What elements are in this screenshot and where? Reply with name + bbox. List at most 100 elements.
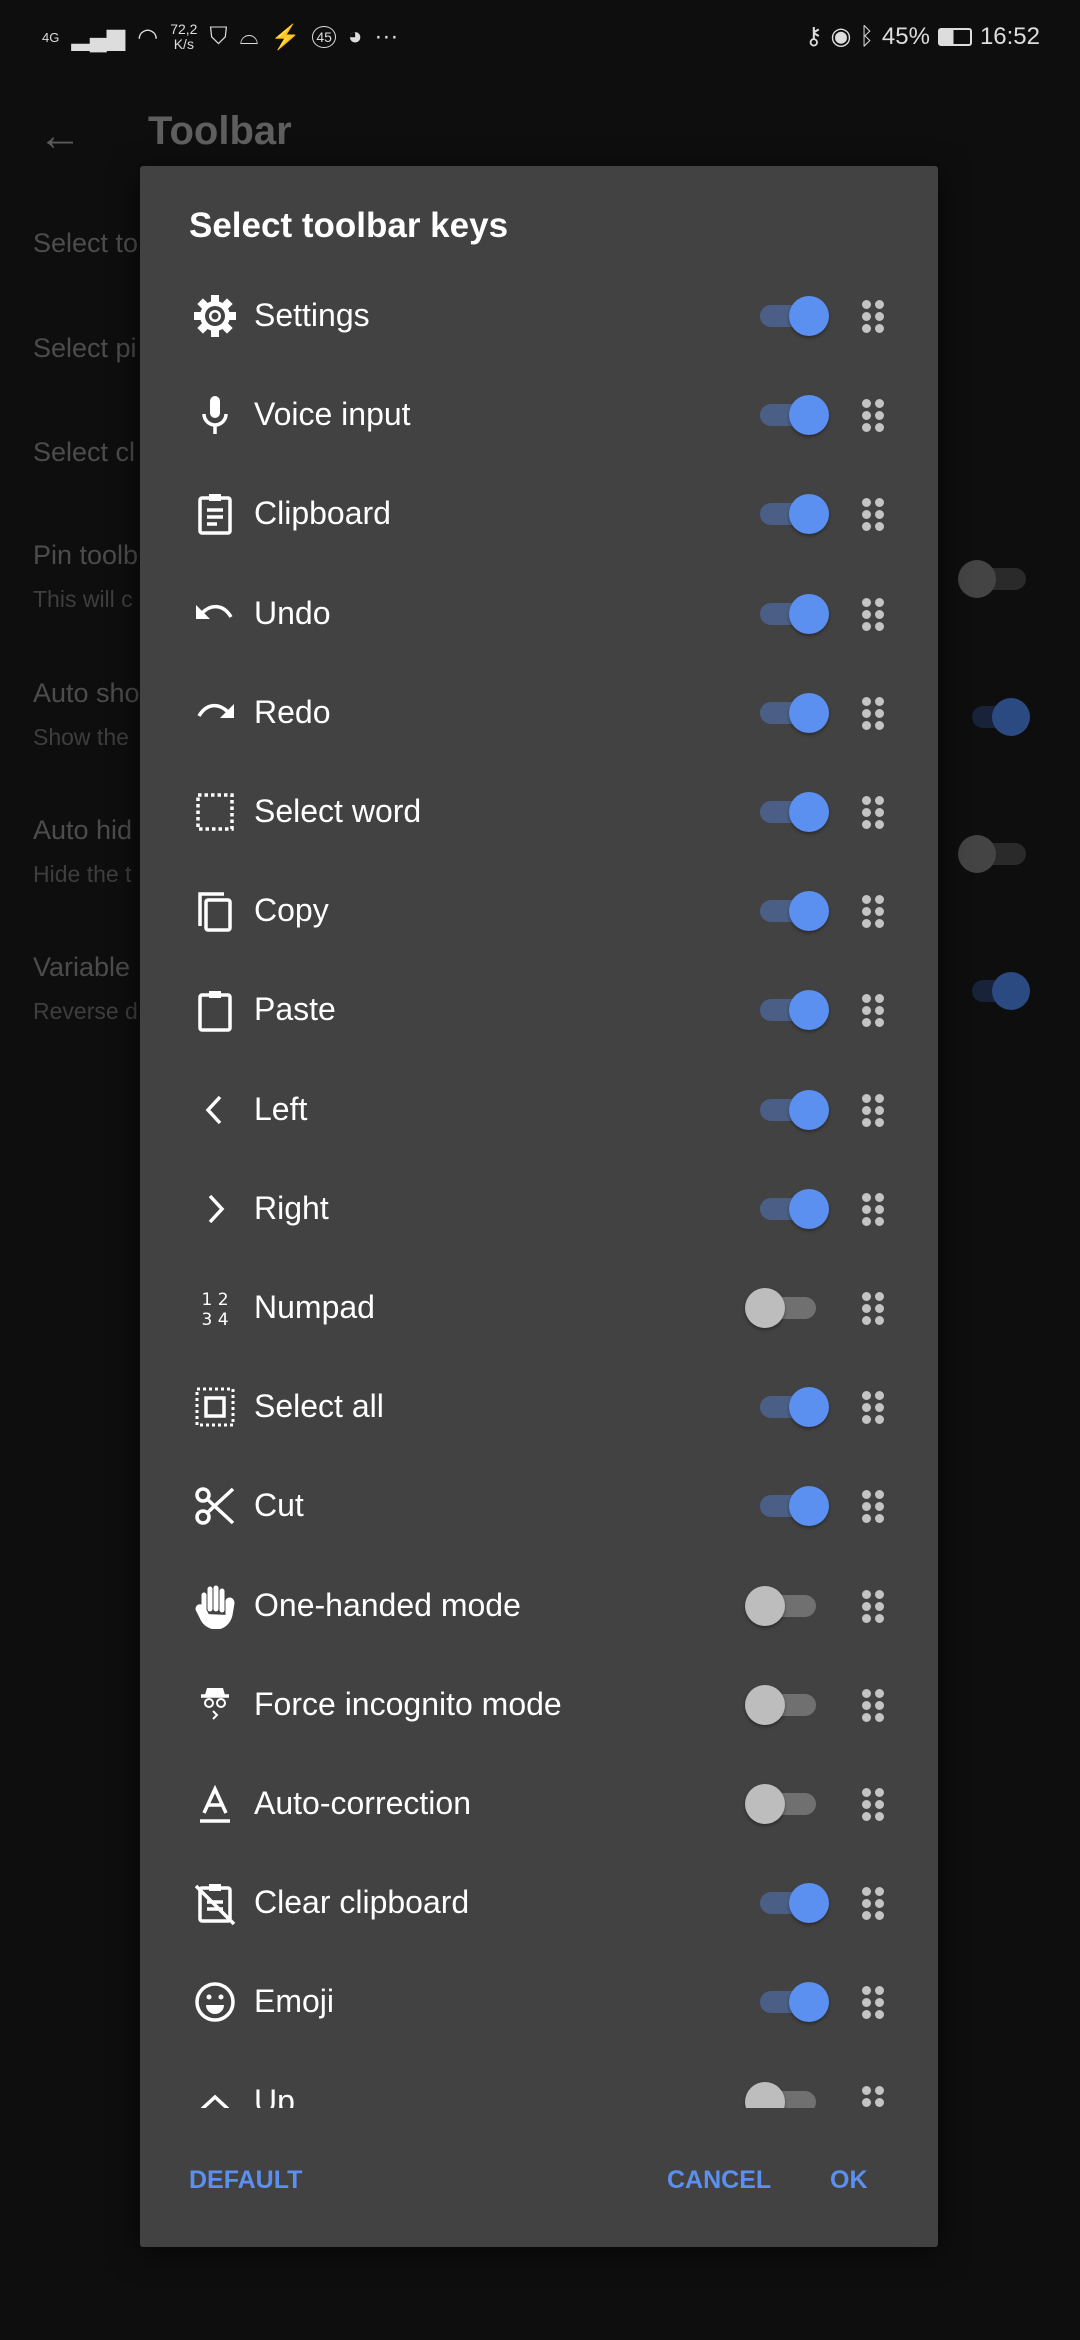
key-toggle[interactable]	[745, 1784, 835, 1824]
drag-handle-icon[interactable]	[862, 1986, 884, 2020]
drag-handle-icon[interactable]	[862, 399, 884, 433]
toggle-thumb	[745, 1684, 785, 1725]
toolbar-key-row-one-handed-mode[interactable]: One-handed mode	[140, 1556, 938, 1655]
toolbar-key-row-settings[interactable]: Settings	[140, 266, 938, 365]
background-setting-toggle	[958, 972, 1030, 1010]
drag-handle-icon[interactable]	[862, 1391, 884, 1425]
key-toggle[interactable]	[745, 1089, 835, 1130]
toggle-thumb	[789, 494, 829, 535]
redo-icon	[197, 703, 234, 718]
drag-handle-icon[interactable]	[862, 1887, 884, 1921]
app-icon: ◕	[347, 23, 363, 50]
drag-handle-icon[interactable]	[862, 1788, 884, 1821]
key-toggle[interactable]	[745, 1982, 835, 2023]
key-toggle[interactable]	[745, 1288, 835, 1328]
key-toggle[interactable]	[745, 1486, 835, 1527]
toolbar-key-row-left[interactable]: Left	[140, 1060, 938, 1159]
drag-handle-icon[interactable]	[862, 696, 884, 730]
toolbar-key-row-select-all[interactable]: Select all	[140, 1357, 938, 1456]
key-toggle[interactable]	[745, 1684, 835, 1725]
key-toggle[interactable]	[745, 692, 835, 733]
toolbar-key-row-paste[interactable]: Paste	[140, 960, 938, 1059]
drag-handle-icon[interactable]	[862, 1192, 884, 1226]
key-label: Copy	[254, 892, 329, 929]
background-setting-title: Select pi	[33, 333, 137, 363]
clipboard-icon	[198, 494, 232, 536]
toggle-thumb	[789, 1387, 829, 1428]
toolbar-key-row-right[interactable]: Right	[140, 1159, 938, 1258]
bolt-icon: ⚡	[270, 23, 301, 51]
key-toggle[interactable]	[745, 395, 835, 436]
toolbar-key-row-copy[interactable]: Copy	[140, 861, 938, 960]
key-toggle[interactable]	[745, 792, 835, 832]
toggle-thumb	[789, 1188, 829, 1229]
drag-handle-icon[interactable]	[862, 796, 884, 829]
toolbar-keys-list[interactable]: Settings Voice input Clipboard Undo Redo…	[140, 266, 938, 2108]
toolbar-key-row-clear-clipboard[interactable]: Clear clipboard	[140, 1853, 938, 1952]
paste-icon	[198, 991, 232, 1033]
key-label: Auto-correction	[254, 1785, 471, 1821]
toolbar-key-row-undo[interactable]: Undo	[140, 564, 938, 663]
key-toggle[interactable]	[745, 2081, 835, 2108]
gear-icon	[194, 295, 236, 337]
drag-handle-icon[interactable]	[862, 1688, 884, 1722]
drag-handle-icon[interactable]	[862, 498, 884, 532]
toolbar-key-row-cut[interactable]: Cut	[140, 1456, 938, 1555]
toolbar-key-row-up[interactable]: Up	[140, 2052, 938, 2108]
key-toggle[interactable]	[745, 1585, 835, 1626]
key-toggle[interactable]	[745, 1387, 835, 1428]
toolbar-key-row-redo[interactable]: Redo	[140, 663, 938, 762]
toolbar-key-row-voice-input[interactable]: Voice input	[140, 365, 938, 464]
toggle-thumb	[789, 692, 829, 733]
key-label: Select word	[254, 793, 422, 829]
back-arrow-icon[interactable]: ←	[38, 111, 82, 161]
toggle-thumb	[789, 296, 829, 336]
key-toggle[interactable]	[745, 1188, 835, 1229]
drag-handle-icon[interactable]	[862, 895, 884, 929]
key-toggle[interactable]	[745, 296, 835, 336]
signal-icon: ▂▄▆	[71, 23, 126, 51]
toggle-thumb	[789, 1089, 829, 1130]
drag-handle-icon[interactable]	[862, 1292, 884, 1325]
cancel-button[interactable]: CANCEL	[667, 2166, 771, 2195]
hand-icon	[195, 1585, 235, 1629]
toolbar-key-row-select-word[interactable]: Select word	[140, 762, 938, 861]
key-toggle[interactable]	[745, 891, 835, 932]
drag-handle-icon[interactable]	[862, 1093, 884, 1127]
toolbar-key-row-emoji[interactable]: Emoji	[140, 1952, 938, 2051]
key-label: Numpad	[254, 1289, 375, 1325]
drag-handle-icon[interactable]	[862, 300, 884, 333]
toggle-thumb	[789, 1486, 829, 1527]
toggle-thumb	[789, 1883, 829, 1924]
svg-text:3 4: 3 4	[201, 1310, 228, 1330]
toolbar-key-row-force-incognito-mode[interactable]: Force incognito mode	[140, 1655, 938, 1754]
key-label: Clipboard	[254, 495, 391, 532]
toolbar-key-row-clipboard[interactable]: Clipboard	[140, 464, 938, 563]
toolbar-key-row-numpad[interactable]: 1 23 4 Numpad	[140, 1258, 938, 1357]
drag-handle-icon[interactable]	[862, 994, 884, 1028]
background-setting-subtitle: This will c	[33, 586, 133, 612]
key-toggle[interactable]	[745, 593, 835, 634]
key-toggle[interactable]	[745, 494, 835, 535]
drag-handle-icon[interactable]	[862, 2085, 884, 2108]
drag-handle-icon[interactable]	[862, 597, 884, 631]
page-title: Toolbar	[148, 109, 292, 153]
chevron-right-icon	[208, 1194, 225, 1223]
key-label: Emoji	[254, 1983, 335, 2020]
background-setting-subtitle: Reverse d	[33, 998, 138, 1024]
key-label: Force incognito mode	[254, 1685, 562, 1722]
default-button[interactable]: DEFAULT	[189, 2166, 302, 2195]
key-toggle[interactable]	[745, 1883, 835, 1924]
background-setting-title: Select cl	[33, 437, 136, 467]
microphone-icon	[202, 396, 228, 435]
more-icon: ···	[374, 23, 399, 50]
wifi-icon: ◠	[137, 23, 159, 51]
drag-handle-icon[interactable]	[862, 1589, 884, 1623]
key-toggle[interactable]	[745, 990, 835, 1031]
ok-button[interactable]: OK	[830, 2166, 868, 2195]
drag-handle-icon[interactable]	[862, 1490, 884, 1524]
undo-icon	[196, 604, 233, 619]
toggle-thumb	[789, 593, 829, 634]
select-toolbar-keys-dialog: Select toolbar keys Settings Voice input…	[140, 166, 938, 2247]
toolbar-key-row-auto-correction[interactable]: Auto-correction	[140, 1754, 938, 1853]
